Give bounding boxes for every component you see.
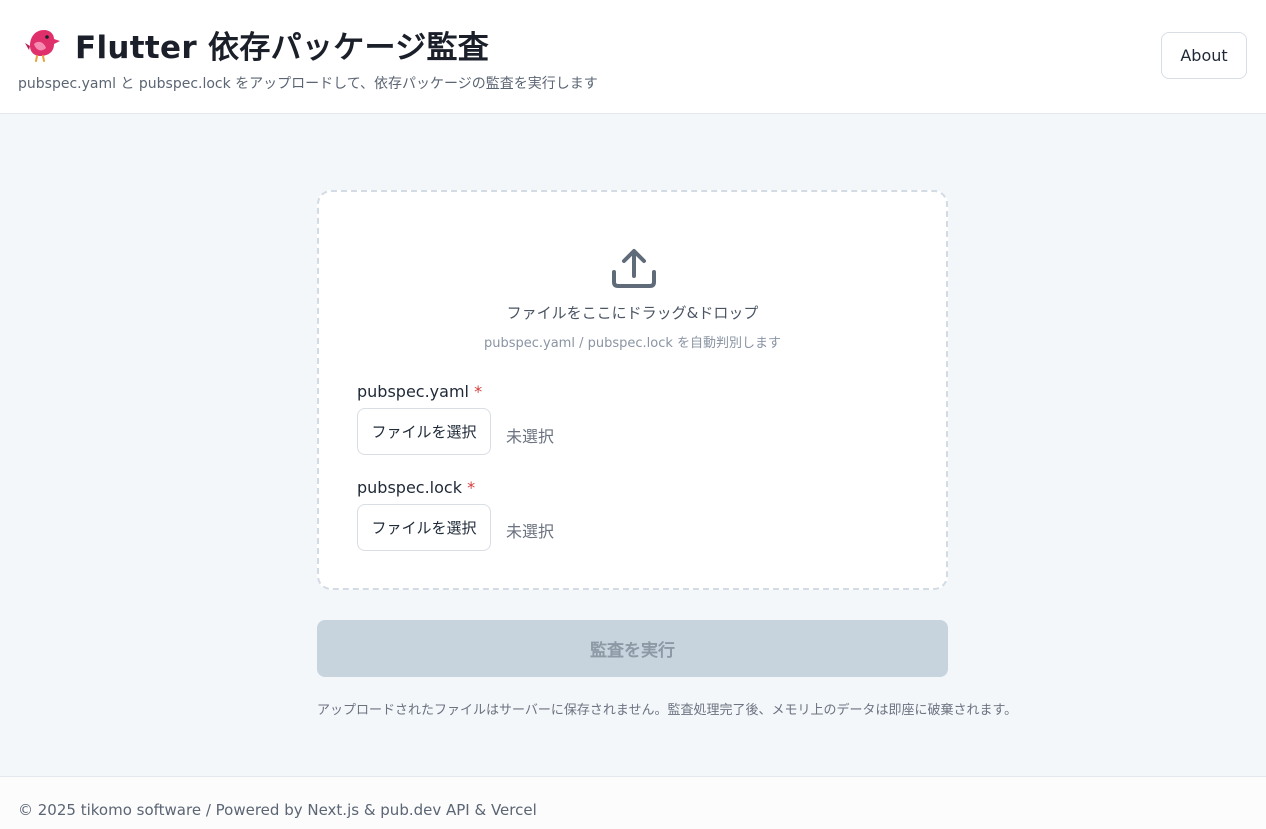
pubspec-yaml-label: pubspec.yaml * (357, 382, 482, 401)
dropzone-hint: pubspec.yaml / pubspec.lock を自動判別します (483, 336, 782, 351)
pubspec-yaml-choose-button[interactable]: ファイルを選択 (357, 408, 491, 455)
run-audit-button[interactable]: 監査を実行 (317, 620, 948, 677)
app-header: Flutter 依存パッケージ監査 pubspec.yaml と pubspec… (0, 0, 1266, 114)
field-label-text: pubspec.lock (357, 478, 462, 497)
privacy-notice: アップロードされたファイルはサーバーに保存されません。監査処理完了後、メモリ上の… (317, 703, 1018, 718)
page-subtitle: pubspec.yaml と pubspec.lock をアップロードして、依存… (18, 76, 598, 92)
upload-icon (609, 246, 659, 290)
pubspec-lock-file-status: 未選択 (506, 522, 555, 541)
dropzone-instruction: ファイルをここにドラッグ&ドロップ (506, 304, 759, 322)
app-footer: © 2025 tikomo software / Powered by Next… (0, 776, 1266, 829)
required-mark: * (467, 478, 476, 497)
file-dropzone[interactable]: ファイルをここにドラッグ&ドロップ pubspec.yaml / pubspec… (317, 190, 948, 590)
footer-text: © 2025 tikomo software / Powered by Next… (18, 801, 537, 819)
pubspec-yaml-file-status: 未選択 (506, 427, 555, 446)
about-button[interactable]: About (1161, 32, 1247, 79)
field-label-text: pubspec.yaml (357, 382, 469, 401)
required-mark: * (474, 382, 483, 401)
bird-logo-icon (24, 26, 62, 62)
pubspec-lock-choose-button[interactable]: ファイルを選択 (357, 504, 491, 551)
page-title: Flutter 依存パッケージ監査 (75, 30, 490, 66)
pubspec-lock-label: pubspec.lock * (357, 478, 475, 497)
